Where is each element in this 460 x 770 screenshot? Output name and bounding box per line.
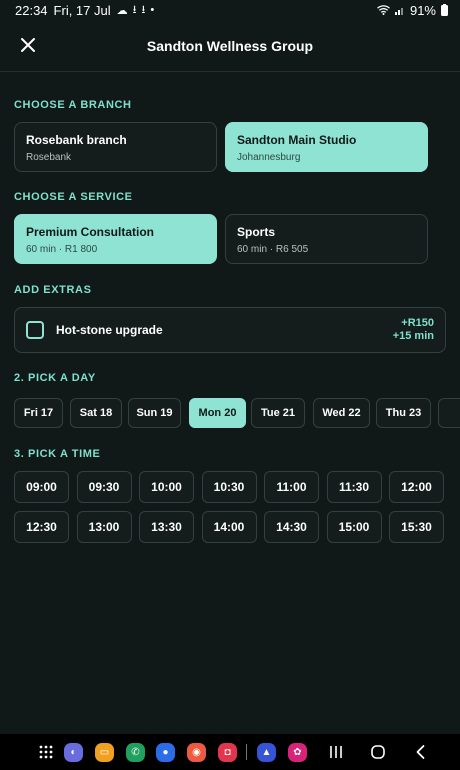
time-slot[interactable]: 10:00 [139,471,194,503]
section-label-time: 3. PICK A TIME [14,448,101,460]
day-chip[interactable]: Sun 19 [128,398,181,428]
files-app-icon[interactable]: ▭ [95,743,114,762]
dot-icon: • [150,4,155,16]
signal-icon [394,8,403,15]
day-picker: Fri 17 Sat 18 Sun 19 Mon 20 Tue 21 Wed 22 Thu … [14,398,460,428]
time-slot[interactable]: 15:00 [326,511,382,543]
branch-card-sandton-main[interactable]: Sandton Main Studio Johannesburg [225,122,428,172]
time-slot[interactable]: 14:00 [201,511,257,543]
time-slot[interactable]: 13:30 [139,511,194,543]
status-left: 22:34 Fri, 17 Jul ☁ ⭳ ⭳ • [15,1,154,20]
day-chip[interactable]: Thu 23 [376,398,431,428]
service-details: 60 min · R1 800 [26,244,98,255]
service-name: Premium Consultation [26,225,155,239]
time-slot[interactable]: 11:00 [264,471,319,503]
download-icon: ⭳ [132,3,137,16]
home-icon[interactable] [367,741,389,763]
time-slot[interactable]: 09:30 [76,471,132,503]
messages-app-icon[interactable]: ● [156,743,175,762]
service-card-sports[interactable]: Sports 60 min · R6 505 [225,214,428,264]
download-icon: ⭳ [141,3,146,16]
branch-name: Rosebank branch [26,133,127,147]
section-label-day: 2. PICK A DAY [14,372,96,384]
status-date: Fri, 17 Jul [53,2,111,18]
recents-icon[interactable] [325,741,347,763]
time-slot[interactable]: 11:30 [326,471,382,503]
close-icon [21,38,35,52]
education-app-icon[interactable]: ▲ [257,743,276,762]
system-navigation-bar: ◐ ▭ ✆ ● ◉ ◘ ▲ ✿ [0,734,460,770]
day-chip[interactable]: Tue 21 [251,398,305,428]
day-chip[interactable]: Sat 18 [70,398,122,428]
nav-divider [246,744,247,760]
service-details: 60 min · R6 505 [237,244,309,255]
extra-price: +R150 +15 min [393,317,434,343]
internet-app-icon[interactable]: ◐ [64,743,83,762]
phone-app-icon[interactable]: ✆ [126,743,145,762]
back-icon[interactable] [410,741,432,763]
extra-hot-stone-upgrade[interactable]: Hot-stone upgrade +R150 +15 min [14,307,446,353]
time-slot[interactable]: 10:30 [201,471,257,503]
page-title: Sandton Wellness Group [146,37,314,54]
time-slot[interactable]: 13:00 [76,511,132,543]
flower-app-icon[interactable]: ✿ [288,743,307,762]
time-slot[interactable]: 14:30 [264,511,319,543]
day-chip[interactable]: Mon 20 [189,398,246,428]
status-time: 22:34 [15,2,48,18]
branch-location: Johannesburg [237,152,301,163]
time-slot[interactable]: 12:30 [14,511,69,543]
branch-location: Rosebank [26,152,72,163]
battery-icon [441,4,448,16]
branch-name: Sandton Main Studio [237,133,357,147]
extra-checkbox[interactable] [26,321,44,339]
cloud-icon: ☁ [116,4,128,17]
day-chip[interactable]: Wed 22 [313,398,370,428]
service-name: Sports [237,225,276,239]
service-card-premium-consultation[interactable]: Premium Consultation 60 min · R1 800 [14,214,217,264]
camera-app-icon[interactable]: ◘ [218,743,237,762]
time-slot[interactable]: 15:30 [389,511,444,543]
wifi-icon [377,5,390,15]
apps-grid-icon[interactable] [35,741,57,763]
close-button[interactable] [16,33,40,57]
time-slot[interactable]: 12:00 [389,471,444,503]
day-chip[interactable]: Fri 17 [14,398,63,428]
day-chip-overflow[interactable] [438,398,460,428]
extra-label: Hot-stone upgrade [56,323,163,337]
extra-price-duration: +15 min [392,330,434,342]
battery-percent: 91% [409,2,436,18]
status-bar: 22:34 Fri, 17 Jul ☁ ⭳ ⭳ • 91% [0,0,460,20]
top-app-bar: Sandton Wellness Group [0,20,460,72]
time-slot[interactable]: 09:00 [14,471,69,503]
contacts-app-icon[interactable]: ◉ [187,743,206,762]
extra-price-amount: +R150 [401,317,434,329]
section-label-service: CHOOSE A SERVICE [14,191,133,203]
branch-card-rosebank[interactable]: Rosebank branch Rosebank [14,122,217,172]
status-icons: ☁ ⭳ ⭳ • [117,1,155,20]
status-right: 91% [377,3,448,18]
section-label-extras: ADD EXTRAS [14,284,92,296]
section-label-branch: CHOOSE A BRANCH [14,99,132,111]
